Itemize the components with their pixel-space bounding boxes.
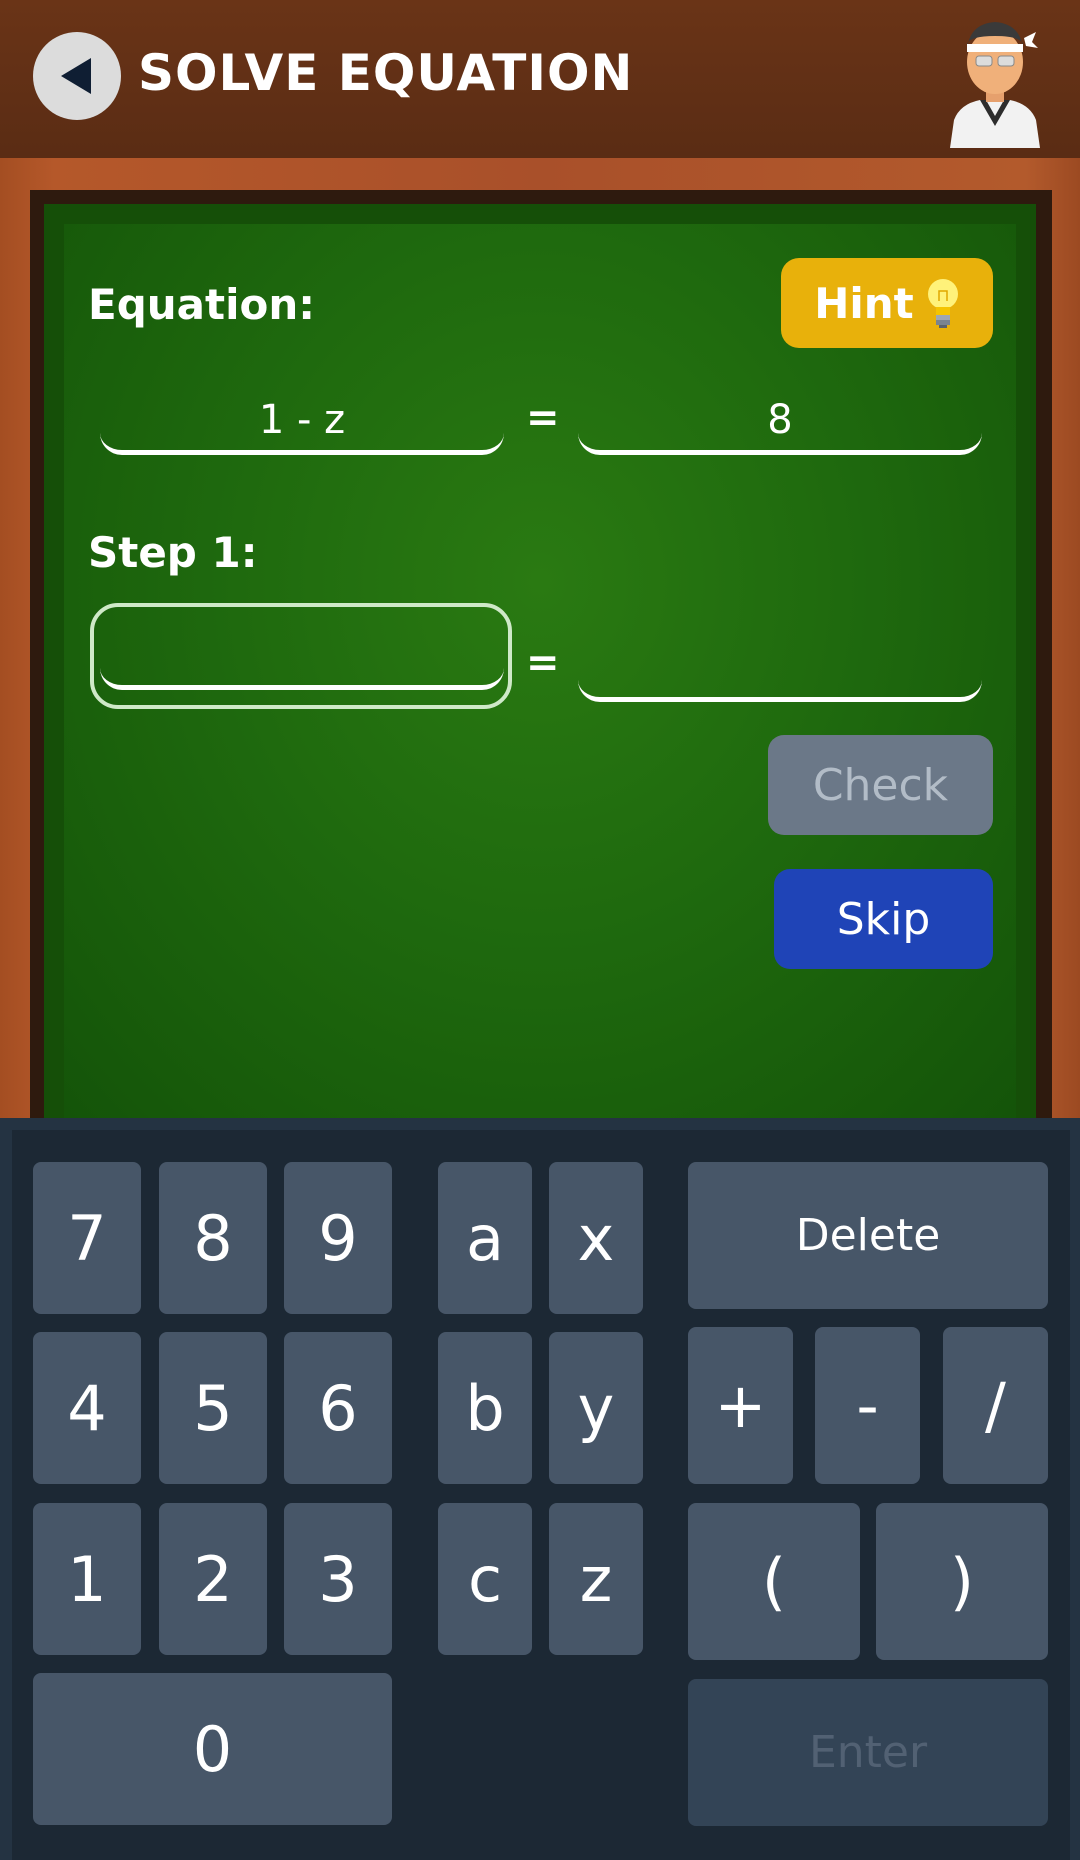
key-3[interactable]: 3	[284, 1503, 392, 1655]
back-arrow-icon	[61, 58, 91, 94]
key-plus[interactable]: +	[688, 1327, 793, 1484]
key-9[interactable]: 9	[284, 1162, 392, 1314]
key-7[interactable]: 7	[33, 1162, 141, 1314]
key-a[interactable]: a	[438, 1162, 532, 1314]
key-6[interactable]: 6	[284, 1332, 392, 1484]
skip-button[interactable]: Skip	[774, 869, 993, 969]
key-4[interactable]: 4	[33, 1332, 141, 1484]
key-b[interactable]: b	[438, 1332, 532, 1484]
page-title: SOLVE EQUATION	[138, 44, 634, 102]
key-y[interactable]: y	[549, 1332, 643, 1484]
step-label: Step 1:	[88, 528, 258, 577]
step-equals-sign: =	[526, 640, 560, 686]
hint-button[interactable]: Hint	[781, 258, 993, 348]
key-1[interactable]: 1	[33, 1503, 141, 1655]
key-2[interactable]: 2	[159, 1503, 267, 1655]
hint-label: Hint	[814, 278, 914, 328]
equation-right-side: 8	[578, 385, 982, 455]
key-5[interactable]: 5	[159, 1332, 267, 1484]
back-button[interactable]	[33, 32, 121, 120]
key-8[interactable]: 8	[159, 1162, 267, 1314]
key-0[interactable]: 0	[33, 1673, 392, 1825]
delete-key[interactable]: Delete	[688, 1162, 1048, 1309]
ninja-avatar-icon	[950, 22, 1040, 148]
top-bar: SOLVE EQUATION	[0, 0, 1080, 158]
key-minus[interactable]: -	[815, 1327, 920, 1484]
key-z[interactable]: z	[549, 1503, 643, 1655]
equation-label: Equation:	[88, 280, 316, 329]
key-left-paren[interactable]: (	[688, 1503, 860, 1660]
key-right-paren[interactable]: )	[876, 1503, 1048, 1660]
lightbulb-icon	[927, 279, 958, 328]
step-left-input[interactable]	[100, 620, 504, 690]
step-right-input[interactable]	[578, 632, 982, 702]
check-button[interactable]: Check	[768, 735, 993, 835]
key-c[interactable]: c	[438, 1503, 532, 1655]
equation-left-side: 1 - z	[100, 385, 504, 455]
key-divide[interactable]: /	[943, 1327, 1048, 1484]
enter-key[interactable]: Enter	[688, 1679, 1048, 1826]
key-x[interactable]: x	[549, 1162, 643, 1314]
equals-sign: =	[526, 395, 560, 441]
